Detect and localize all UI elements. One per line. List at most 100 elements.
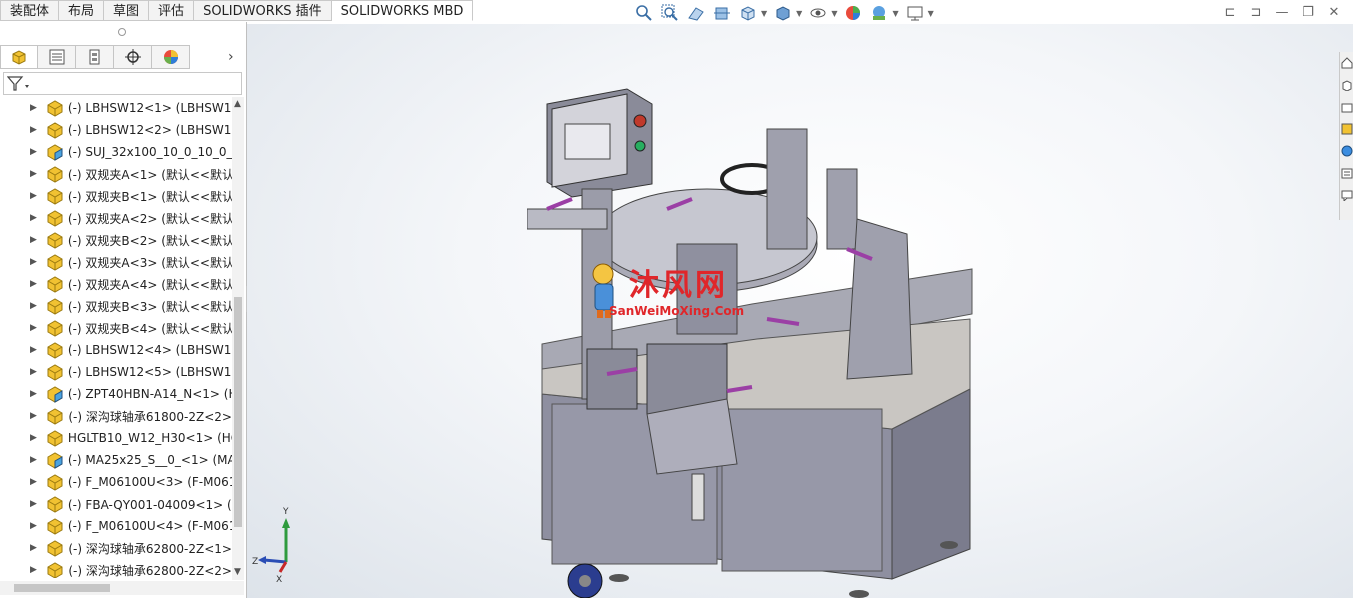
expand-arrow-icon[interactable]: ▶ <box>30 411 37 421</box>
expand-arrow-icon[interactable]: ▶ <box>30 191 37 201</box>
maximize-icon[interactable]: ❐ <box>1299 3 1317 21</box>
tab-mbd[interactable]: SOLIDWORKS MBD <box>331 0 474 21</box>
expand-arrow-icon[interactable]: ▶ <box>30 323 37 333</box>
expand-arrow-icon[interactable]: ▶ <box>30 543 37 553</box>
expand-arrow-icon[interactable]: ▶ <box>30 103 37 113</box>
expand-arrow-icon[interactable]: ▶ <box>30 235 37 245</box>
hide-show-dropdown-icon[interactable]: ▼ <box>831 9 837 18</box>
scroll-up-icon[interactable]: ▲ <box>234 99 241 109</box>
home-icon[interactable] <box>1340 52 1353 74</box>
tab-layout[interactable]: 布局 <box>59 0 105 21</box>
tree-row[interactable]: ▶ HGLTB10_W12_H30<1> (HG <box>0 427 232 449</box>
section-view-icon[interactable] <box>712 4 732 22</box>
propertymanager-icon[interactable] <box>38 45 76 69</box>
expand-arrow-icon[interactable]: ▶ <box>30 477 37 487</box>
tree-horizontal-scrollbar[interactable] <box>0 581 244 595</box>
close-icon[interactable]: ✕ <box>1325 3 1343 21</box>
expand-arrow-icon[interactable]: ▶ <box>30 147 37 157</box>
reference-triad: Y Z X <box>252 502 302 587</box>
design-library-icon[interactable] <box>1340 74 1353 96</box>
tree-row[interactable]: ▶ (-) LBHSW12<1> (LBHSW12 <box>0 97 232 119</box>
tree-row[interactable]: ▶ (-) 深沟球轴承62800-2Z<2> <box>0 559 232 578</box>
tree-row[interactable]: ▶ (-) 深沟球轴承62800-2Z<1> <box>0 537 232 559</box>
featuremanager-icon[interactable] <box>0 45 38 69</box>
tab-addins[interactable]: SOLIDWORKS 插件 <box>194 0 332 21</box>
dimxpert-icon[interactable] <box>114 45 152 69</box>
view-palette-icon[interactable] <box>1340 118 1353 140</box>
tree-row[interactable]: ▶ (-) F_M06100U<3> (F-M061 <box>0 471 232 493</box>
part-icon <box>45 429 65 447</box>
tree-row[interactable]: ▶ (-) 深沟球轴承61800-2Z<2> <box>0 405 232 427</box>
tree-vertical-scrollbar[interactable]: ▲ ▼ <box>232 97 244 580</box>
tree-row[interactable]: ▶ (-) SUJ_32x100_10_0_10_0_< <box>0 141 232 163</box>
restore-left-icon[interactable]: ⊏ <box>1221 3 1239 21</box>
tree-row[interactable]: ▶ (-) LBHSW12<2> (LBHSW12 <box>0 119 232 141</box>
edit-appearance-icon[interactable] <box>843 4 863 22</box>
scroll-down-icon[interactable]: ▼ <box>234 567 241 577</box>
view-settings-icon[interactable] <box>905 4 925 22</box>
tab-assembly[interactable]: 装配体 <box>0 0 60 21</box>
file-explorer-icon[interactable] <box>1340 96 1353 118</box>
tree-row-label: (-) 双规夹B<3> (默认<<默认 <box>67 299 232 314</box>
display-style-dropdown-icon[interactable]: ▼ <box>796 9 802 18</box>
zoom-to-fit-icon[interactable] <box>634 4 654 22</box>
tree-row[interactable]: ▶ (-) 双规夹A<1> (默认<<默认 <box>0 163 232 185</box>
expand-arrow-icon[interactable]: ▶ <box>30 169 37 179</box>
tree-row[interactable]: ▶ (-) 双规夹B<1> (默认<<默认 <box>0 185 232 207</box>
tab-sketch[interactable]: 草图 <box>104 0 150 21</box>
expand-arrow-icon[interactable]: ▶ <box>30 279 37 289</box>
expand-arrow-icon[interactable]: ▶ <box>30 367 37 377</box>
tab-evaluate[interactable]: 评估 <box>149 0 195 21</box>
expand-arrow-icon[interactable]: ▶ <box>30 389 37 399</box>
custom-properties-icon[interactable] <box>1340 162 1353 184</box>
zoom-area-icon[interactable] <box>660 4 680 22</box>
minimize-icon[interactable]: — <box>1273 3 1291 21</box>
triad-x-label: X <box>276 575 282 584</box>
tree-row[interactable]: ▶ (-) 双规夹A<4> (默认<<默认 <box>0 273 232 295</box>
part-icon <box>45 121 65 139</box>
expand-arrow-icon[interactable]: ▶ <box>30 125 37 135</box>
expand-arrow-icon[interactable]: ▶ <box>30 257 37 267</box>
apply-scene-icon[interactable] <box>869 4 889 22</box>
tree-scroll-thumb[interactable] <box>234 297 242 527</box>
panel-grip-icon[interactable] <box>118 28 126 36</box>
forum-icon[interactable] <box>1340 184 1353 206</box>
graphics-area[interactable]: 沐风网 SanWeiMoXing.Com Y Z X <box>247 24 1353 598</box>
previous-view-icon[interactable] <box>686 4 706 22</box>
apply-scene-dropdown-icon[interactable]: ▼ <box>892 9 898 18</box>
configurationmanager-icon[interactable] <box>76 45 114 69</box>
part-icon <box>45 517 65 535</box>
view-orientation-icon[interactable] <box>738 4 758 22</box>
tree-row[interactable]: ▶ (-) 双规夹B<2> (默认<<默认 <box>0 229 232 251</box>
expand-arrow-icon[interactable]: ▶ <box>30 301 37 311</box>
display-style-icon[interactable] <box>773 4 793 22</box>
expand-arrow-icon[interactable]: ▶ <box>30 433 37 443</box>
display-manager-icon[interactable] <box>152 45 190 69</box>
expand-arrow-icon[interactable]: ▶ <box>30 499 37 509</box>
tree-hscroll-thumb[interactable] <box>14 584 110 592</box>
expand-arrow-icon[interactable]: ▶ <box>30 521 37 531</box>
view-settings-dropdown-icon[interactable]: ▼ <box>928 9 934 18</box>
tree-row[interactable]: ▶ (-) ZPT40HBN-A14_N<1> (H <box>0 383 232 405</box>
part-icon <box>45 363 65 381</box>
appearances-icon[interactable] <box>1340 140 1353 162</box>
tree-row[interactable]: ▶ (-) 双规夹B<3> (默认<<默认 <box>0 295 232 317</box>
tree-filter[interactable] <box>3 72 242 95</box>
restore-right-icon[interactable]: ⊐ <box>1247 3 1265 21</box>
view-orientation-dropdown-icon[interactable]: ▼ <box>761 9 767 18</box>
expand-arrow-icon[interactable]: ▶ <box>30 345 37 355</box>
tree-row[interactable]: ▶ (-) LBHSW12<5> (LBHSW12 <box>0 361 232 383</box>
tree-row[interactable]: ▶ (-) MA25x25_S__0_<1> (MA <box>0 449 232 471</box>
expand-arrow-icon[interactable]: ▶ <box>30 213 37 223</box>
tree-row[interactable]: ▶ (-) 双规夹A<2> (默认<<默认 <box>0 207 232 229</box>
hide-show-icon[interactable] <box>808 4 828 22</box>
tree-row[interactable]: ▶ (-) 双规夹B<4> (默认<<默认 <box>0 317 232 339</box>
tree-row[interactable]: ▶ (-) LBHSW12<4> (LBHSW12 <box>0 339 232 361</box>
tree-row[interactable]: ▶ (-) FBA-QY001-04009<1> (默 <box>0 493 232 515</box>
tree-row[interactable]: ▶ (-) 双规夹A<3> (默认<<默认 <box>0 251 232 273</box>
expand-arrow-icon[interactable]: ▶ <box>30 455 37 465</box>
panel-next-icon[interactable]: › <box>228 49 234 65</box>
tree-row[interactable]: ▶ (-) F_M06100U<4> (F-M061 <box>0 515 232 537</box>
tree-row-label: (-) 双规夹A<3> (默认<<默认 <box>67 255 232 270</box>
expand-arrow-icon[interactable]: ▶ <box>30 565 37 575</box>
